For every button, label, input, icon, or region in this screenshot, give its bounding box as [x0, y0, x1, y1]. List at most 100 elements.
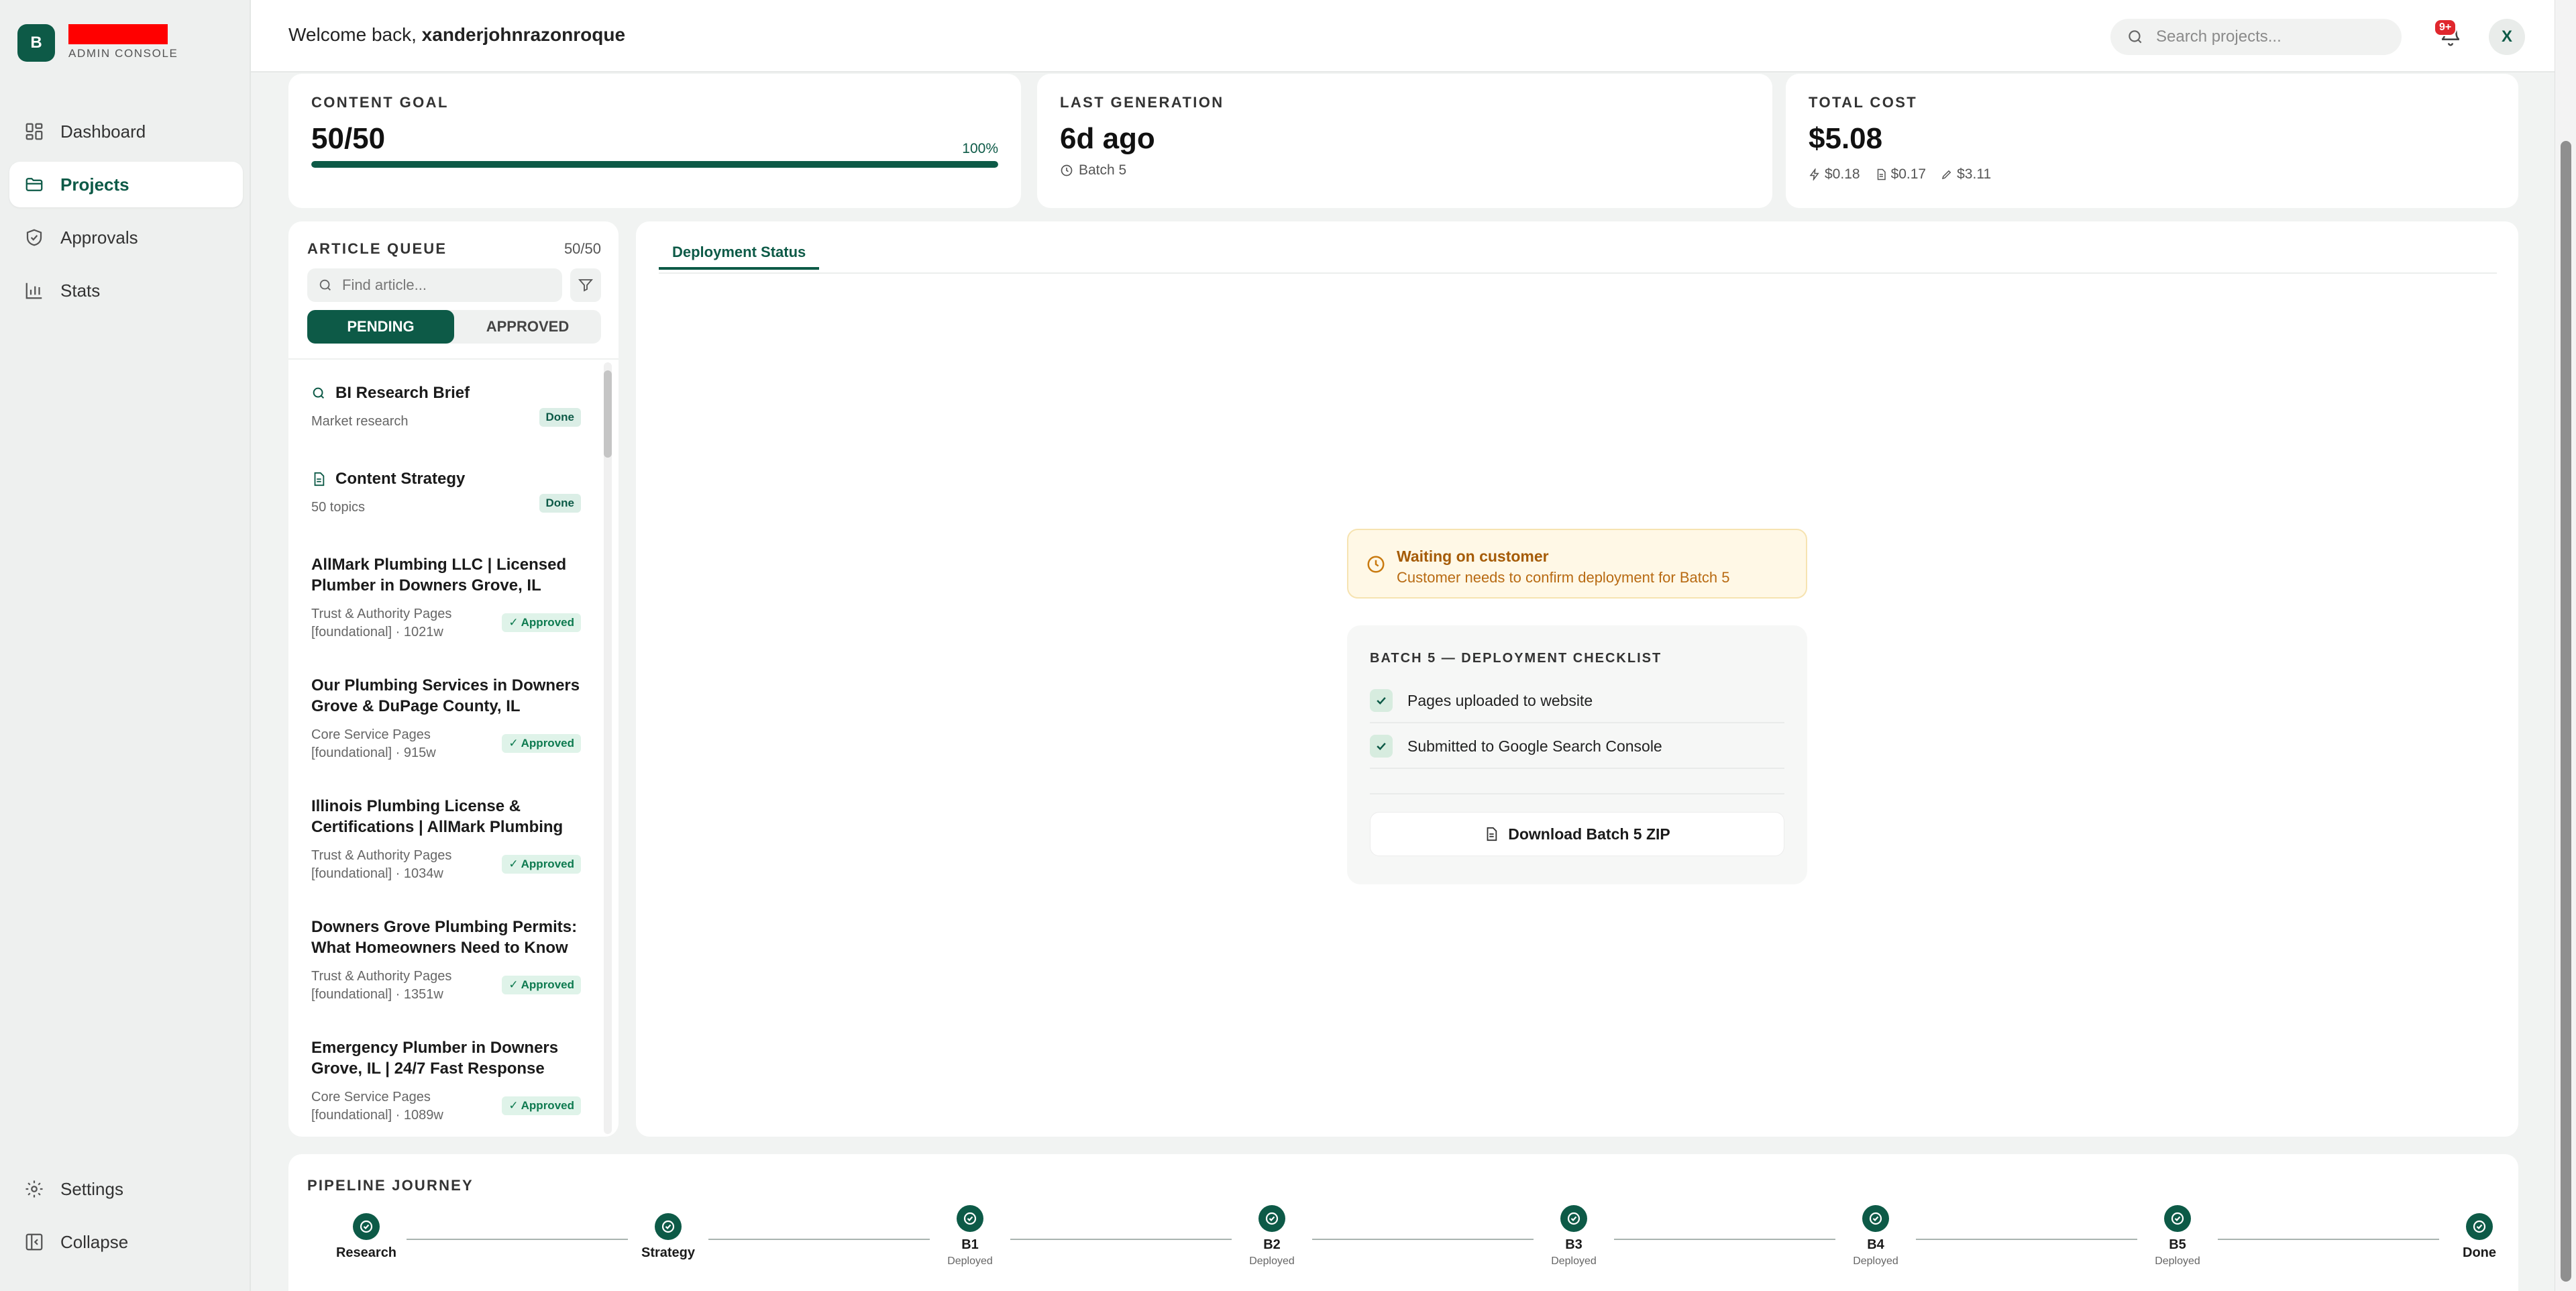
- stat-value: 50/50: [311, 122, 386, 155]
- page-scrollbar-thumb[interactable]: [2561, 141, 2571, 1282]
- stat-label: CONTENT GOAL: [311, 94, 449, 111]
- collapse-icon: [24, 1232, 44, 1252]
- stage-label: Research: [335, 1245, 397, 1260]
- pipeline-stage-b1[interactable]: B1 Deployed: [923, 1205, 1017, 1268]
- deployment-checklist: BATCH 5 — DEPLOYMENT CHECKLIST Pages upl…: [1347, 625, 1807, 884]
- sidebar-item-label: Stats: [60, 280, 101, 301]
- sidebar-item-stats[interactable]: Stats: [9, 268, 243, 313]
- brand-logo[interactable]: B ADMIN CONSOLE: [17, 24, 178, 62]
- stat-value: 6d ago: [1060, 122, 1155, 155]
- list-item[interactable]: Downers Grove Plumbing Permits: What Hom…: [288, 917, 598, 1017]
- filter-icon: [578, 277, 594, 293]
- sidebar-bottom-nav: Settings Collapse: [9, 1166, 243, 1272]
- check-circle-icon: [957, 1205, 983, 1232]
- item-title: Illinois Plumbing License & Certificatio…: [311, 797, 564, 836]
- page-scrollbar[interactable]: [2555, 0, 2576, 1291]
- search-icon: [2127, 28, 2144, 46]
- user-avatar[interactable]: X: [2489, 19, 2525, 55]
- checklist-item[interactable]: Submitted to Google Search Console: [1370, 725, 1784, 769]
- cost-value: $0.18: [1825, 166, 1860, 182]
- brand-subtitle: ADMIN CONSOLE: [68, 47, 178, 60]
- check-circle-icon: [2164, 1205, 2191, 1232]
- lightning-icon: [1809, 168, 1825, 180]
- list-item[interactable]: Content Strategy 50 topics Done: [288, 468, 598, 535]
- pipeline-connector: [2218, 1239, 2439, 1240]
- status-badge: ✓ Approved: [502, 734, 581, 753]
- stage-label: B5: [2169, 1237, 2186, 1252]
- tab-deployment-status[interactable]: Deployment Status: [659, 238, 820, 270]
- item-title: Content Strategy: [335, 470, 466, 488]
- stage-status: Deployed: [1853, 1255, 1898, 1267]
- stat-sub: Batch 5: [1060, 162, 1126, 178]
- list-item[interactable]: Our Plumbing Services in Downers Grove &…: [288, 675, 598, 776]
- divider: [288, 358, 619, 360]
- queue-scrollbar-thumb[interactable]: [604, 370, 612, 458]
- pipeline-connector: [407, 1239, 628, 1240]
- pipeline-stage-b3[interactable]: B3 Deployed: [1527, 1205, 1621, 1268]
- filter-button[interactable]: [570, 268, 601, 302]
- pipeline-stage-research[interactable]: Research: [319, 1213, 413, 1261]
- item-title: BI Research Brief: [335, 384, 470, 402]
- tab-approved[interactable]: APPROVED: [454, 310, 601, 344]
- sidebar-item-label: Projects: [60, 174, 129, 195]
- item-subtitle: Trust & Authority Pages [foundational] ·…: [311, 607, 452, 639]
- article-search-input[interactable]: [342, 276, 557, 294]
- divider: [1370, 793, 1784, 794]
- check-circle-icon: [353, 1213, 380, 1240]
- welcome-prefix: Welcome back,: [288, 24, 422, 45]
- item-subtitle: Market research: [311, 414, 409, 429]
- list-item[interactable]: Illinois Plumbing License & Certificatio…: [288, 796, 598, 896]
- progress-percent: 100%: [962, 141, 998, 156]
- queue-tabs: PENDING APPROVED: [307, 310, 601, 344]
- alert-message: Customer needs to confirm deployment for…: [1397, 569, 1730, 586]
- brand-name-redacted: [68, 24, 168, 44]
- sidebar-item-collapse[interactable]: Collapse: [9, 1219, 243, 1265]
- item-subtitle: Core Service Pages [foundational] · 915w: [311, 727, 436, 760]
- stage-label: B3: [1565, 1237, 1582, 1252]
- sidebar-nav: Dashboard Projects Approvals Stats: [9, 109, 243, 321]
- stage-status: Deployed: [947, 1255, 993, 1267]
- pipeline-stage-done[interactable]: Done: [2432, 1213, 2526, 1261]
- sidebar-item-dashboard[interactable]: Dashboard: [9, 109, 243, 154]
- queue-scrollbar[interactable]: [604, 362, 612, 1134]
- article-queue: ARTICLE QUEUE 50/50 PENDING APPROVED BI …: [288, 221, 619, 1137]
- top-header: Welcome back, xanderjohnrazonroque 9+ X: [251, 0, 2555, 72]
- list-item[interactable]: BI Research Brief Market research Done: [288, 382, 598, 450]
- article-search[interactable]: [307, 268, 562, 302]
- list-item[interactable]: Emergency Plumber in Downers Grove, IL |…: [288, 1037, 598, 1137]
- pipeline-stage-b4[interactable]: B4 Deployed: [1829, 1205, 1923, 1268]
- item-title: AllMark Plumbing LLC | Licensed Plumber …: [311, 556, 567, 595]
- welcome-message: Welcome back, xanderjohnrazonroque: [288, 24, 625, 46]
- document-icon: [311, 472, 335, 486]
- sidebar-item-approvals[interactable]: Approvals: [9, 215, 243, 260]
- check-icon: [1370, 689, 1393, 712]
- checklist-label: Submitted to Google Search Console: [1407, 737, 1662, 755]
- alert-title: Waiting on customer: [1397, 548, 1549, 565]
- search-icon: [318, 278, 333, 293]
- list-item[interactable]: AllMark Plumbing LLC | Licensed Plumber …: [288, 554, 598, 655]
- pipeline-stage-b2[interactable]: B2 Deployed: [1225, 1205, 1319, 1268]
- pipeline-stage-strategy[interactable]: Strategy: [621, 1213, 715, 1261]
- item-subtitle: Trust & Authority Pages [foundational] ·…: [311, 848, 452, 881]
- download-zip-button[interactable]: Download Batch 5 ZIP: [1370, 812, 1784, 856]
- checklist-item[interactable]: Pages uploaded to website: [1370, 679, 1784, 723]
- stat-label: TOTAL COST: [1809, 94, 1918, 111]
- check-circle-icon: [2466, 1213, 2493, 1240]
- sidebar-item-settings[interactable]: Settings: [9, 1166, 243, 1212]
- pipeline-connector: [1312, 1239, 1534, 1240]
- notification-badge: 9+: [2434, 19, 2457, 36]
- cost-breakdown: $0.18 $0.17 $3.11: [1809, 166, 2006, 183]
- status-badge: ✓ Approved: [502, 855, 581, 874]
- search-input[interactable]: [2156, 28, 2384, 46]
- sidebar-item-label: Collapse: [60, 1231, 129, 1252]
- stat-label: LAST GENERATION: [1060, 94, 1224, 111]
- project-search[interactable]: [2110, 19, 2402, 55]
- cost-strategy: $0.17: [1875, 166, 1926, 183]
- stage-label: B1: [961, 1237, 979, 1252]
- sidebar-item-projects[interactable]: Projects: [9, 162, 243, 207]
- pipeline-stage-b5[interactable]: B5 Deployed: [2131, 1205, 2224, 1268]
- stat-value: $5.08: [1809, 122, 1883, 155]
- cost-value: $3.11: [1957, 166, 1992, 182]
- tab-pending[interactable]: PENDING: [307, 310, 454, 344]
- brand-mark: B: [17, 24, 55, 62]
